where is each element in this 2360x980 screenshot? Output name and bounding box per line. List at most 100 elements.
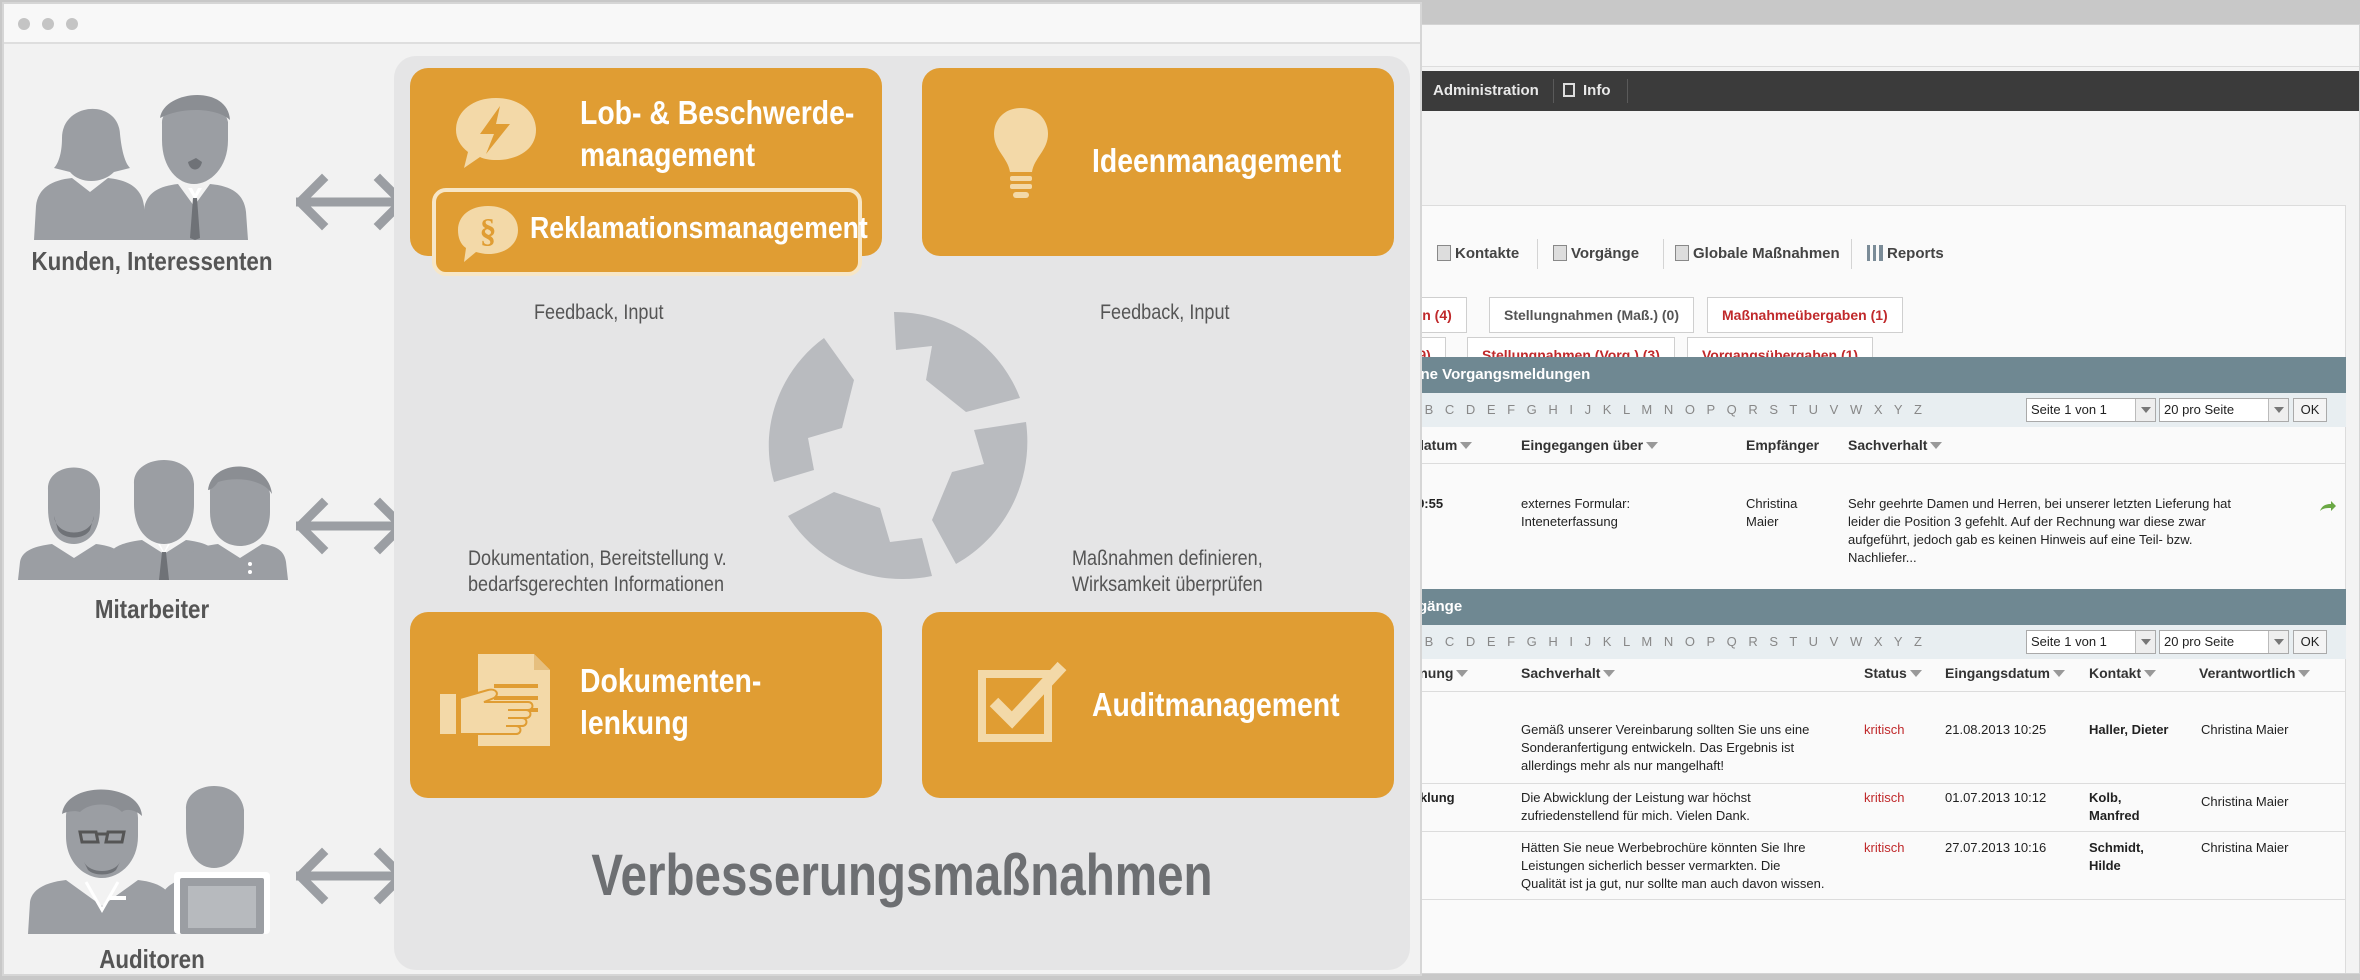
menu-separator xyxy=(1553,79,1554,103)
contacts-icon xyxy=(1437,245,1451,261)
sort-icon xyxy=(1456,670,1469,677)
tab-kontakte[interactable]: Kontakte xyxy=(1437,227,1519,281)
col-label: Eingangsdatum xyxy=(1945,665,2051,681)
row-divider xyxy=(1401,691,2346,692)
table-row-text: Die Abwicklung der Leistung war höchst z… xyxy=(1521,790,1751,823)
col-sachverhalt[interactable]: Sachverhalt xyxy=(1848,437,1943,453)
box-dokumentenlenkung[interactable]: Dokumenten- lenkung xyxy=(410,612,882,798)
document-hand-icon xyxy=(440,654,550,746)
tab-separator xyxy=(1537,239,1538,269)
col-label: Status xyxy=(1864,665,1907,681)
section-head-vorgaenge: orgänge xyxy=(1401,589,2346,625)
row-divider xyxy=(1401,463,2346,464)
col-eingangsdatum[interactable]: Eingangsdatum xyxy=(1945,665,2066,681)
chevron-down-icon xyxy=(2135,631,2155,653)
section-head-vorgangsmeldungen: gene Vorgangsmeldungen xyxy=(1401,357,2346,393)
subtab-stellungnahmen-mass[interactable]: Stellungnahmen (Maß.) (0) xyxy=(1489,297,1694,333)
flow-label-left-top: Feedback, Input xyxy=(534,301,664,324)
per-page-value: 20 pro Seite xyxy=(2164,402,2235,417)
menu-item-info[interactable]: Info xyxy=(1563,71,1611,111)
tab-vorgaenge[interactable]: Vorgänge xyxy=(1553,227,1639,281)
per-page-select[interactable]: 20 pro Seite xyxy=(2159,630,2289,654)
tab-globale-massnahmen[interactable]: Globale Maßnahmen xyxy=(1675,227,1840,281)
app-menu-bar: Administration Info xyxy=(1401,71,2359,111)
box-ideenmanagement[interactable]: Ideenmanagement xyxy=(922,68,1394,256)
alphabet-letters[interactable]: A B C D E F G H I J K L M N O P Q R S T … xyxy=(1405,393,1926,427)
window-close-dot[interactable] xyxy=(18,18,30,30)
sort-icon xyxy=(1603,670,1616,677)
table-row-contact[interactable]: Haller, Dieter xyxy=(2089,721,2169,739)
col-label: Sachverhalt xyxy=(1521,665,1601,681)
window-minimize-dot[interactable] xyxy=(42,18,54,30)
alphabet-letters[interactable]: A B C D E F G H I J K L M N O P Q R S T … xyxy=(1405,625,1926,659)
row-divider xyxy=(1401,783,2346,784)
tab-label: Vorgänge xyxy=(1571,245,1640,262)
checkbox-icon xyxy=(978,661,1067,742)
box-title: Reklamationsmanagement xyxy=(530,210,868,245)
lightning-speech-icon xyxy=(456,98,536,168)
chevron-down-icon xyxy=(2268,631,2288,653)
cell-via: externes Formular: Inteneterfassung xyxy=(1521,496,1631,529)
box-title: Auditmanagement xyxy=(1092,686,1340,723)
page-select-value: Seite 1 von 1 xyxy=(2031,634,2107,649)
menu-item-administration[interactable]: Administration xyxy=(1433,71,1539,111)
col-verantwortlich[interactable]: Verantwortlich xyxy=(2199,665,2311,681)
main-title: Verbesserungsmaßnahmen xyxy=(591,843,1213,908)
window-maximize-dot[interactable] xyxy=(66,18,78,30)
table-row-responsible: Christina Maier xyxy=(2201,840,2289,855)
table-row-text: Gemäß unserer Vereinbarung sollten Sie u… xyxy=(1521,722,1810,773)
subtab-massnahmeuebergaben[interactable]: Maßnahmeübergaben (1) xyxy=(1707,297,1903,333)
forward-arrow-icon[interactable] xyxy=(2319,499,2337,511)
front-window: Kunden, Interessenten Mitarbeiter Audito… xyxy=(2,2,1422,976)
double-arrow-icon xyxy=(296,847,406,905)
col-status[interactable]: Status xyxy=(1864,665,1922,681)
box-auditmanagement[interactable]: Auditmanagement xyxy=(922,612,1394,798)
cycle-arrows-icon xyxy=(768,312,1028,580)
svg-text:§: § xyxy=(480,213,497,250)
double-arrow-icon xyxy=(296,173,406,231)
tab-reports[interactable]: Reports xyxy=(1867,227,1944,281)
status-badge: kritisch xyxy=(1864,722,1905,737)
info-icon xyxy=(1563,83,1575,97)
page-select[interactable]: Seite 1 von 1 xyxy=(2026,398,2156,422)
flow-label-right-bottom: Maßnahmen definieren, Wirksamkeit überpr… xyxy=(1072,547,1263,596)
measures-icon xyxy=(1675,245,1689,261)
table-row-date: 01.07.2013 10:12 xyxy=(1945,790,2047,805)
sort-icon xyxy=(2053,670,2066,677)
table-row-date: 27.07.2013 10:16 xyxy=(1945,840,2047,855)
tab-label: Kontakte xyxy=(1455,245,1520,262)
per-page-value: 20 pro Seite xyxy=(2164,634,2235,649)
table-row-responsible: Christina Maier xyxy=(2201,722,2289,737)
tab-separator xyxy=(1851,239,1852,269)
lightbulb-icon xyxy=(994,108,1048,198)
tab-label: Globale Maßnahmen xyxy=(1693,245,1840,262)
col-empfaenger[interactable]: Empfänger xyxy=(1746,437,1819,453)
col-sachverhalt[interactable]: Sachverhalt xyxy=(1521,665,1616,681)
app-top-bar xyxy=(1401,25,2359,67)
status-badge: kritisch xyxy=(1864,840,1905,855)
auditors-people-icon xyxy=(28,785,270,934)
row-divider xyxy=(1401,831,2346,832)
menu-item-info-label: Info xyxy=(1583,82,1611,99)
table-row-contact[interactable]: Kolb, Manfred xyxy=(2089,789,2140,825)
box-reklamation[interactable]: § Reklamationsmanagement xyxy=(432,188,868,276)
ok-button[interactable]: OK xyxy=(2293,398,2327,422)
page-select[interactable]: Seite 1 von 1 xyxy=(2026,630,2156,654)
sort-icon xyxy=(1909,670,1922,677)
ok-button[interactable]: OK xyxy=(2293,630,2327,654)
app-nav-tabs: Kontakte Vorgänge Globale Maßnahmen Repo… xyxy=(1401,227,2346,281)
employees-people-icon xyxy=(18,459,288,580)
sort-icon xyxy=(1646,442,1659,449)
table-row-responsible: Christina Maier xyxy=(2201,794,2289,809)
paragraph-speech-icon: § xyxy=(458,206,518,262)
per-page-select[interactable]: 20 pro Seite xyxy=(2159,398,2289,422)
menu-separator xyxy=(1627,79,1628,103)
status-badge: kritisch xyxy=(1864,790,1905,805)
col-kontakt[interactable]: Kontakt xyxy=(2089,665,2157,681)
flow-label-right-top: Feedback, Input xyxy=(1100,301,1230,324)
col-eingegangen-ueber[interactable]: Eingegangen über xyxy=(1521,437,1659,453)
double-arrow-icon xyxy=(296,497,406,555)
table-row-contact[interactable]: Schmidt, Hilde xyxy=(2089,839,2144,875)
tab-separator xyxy=(1663,239,1664,269)
col-label: Kontakt xyxy=(2089,665,2142,681)
